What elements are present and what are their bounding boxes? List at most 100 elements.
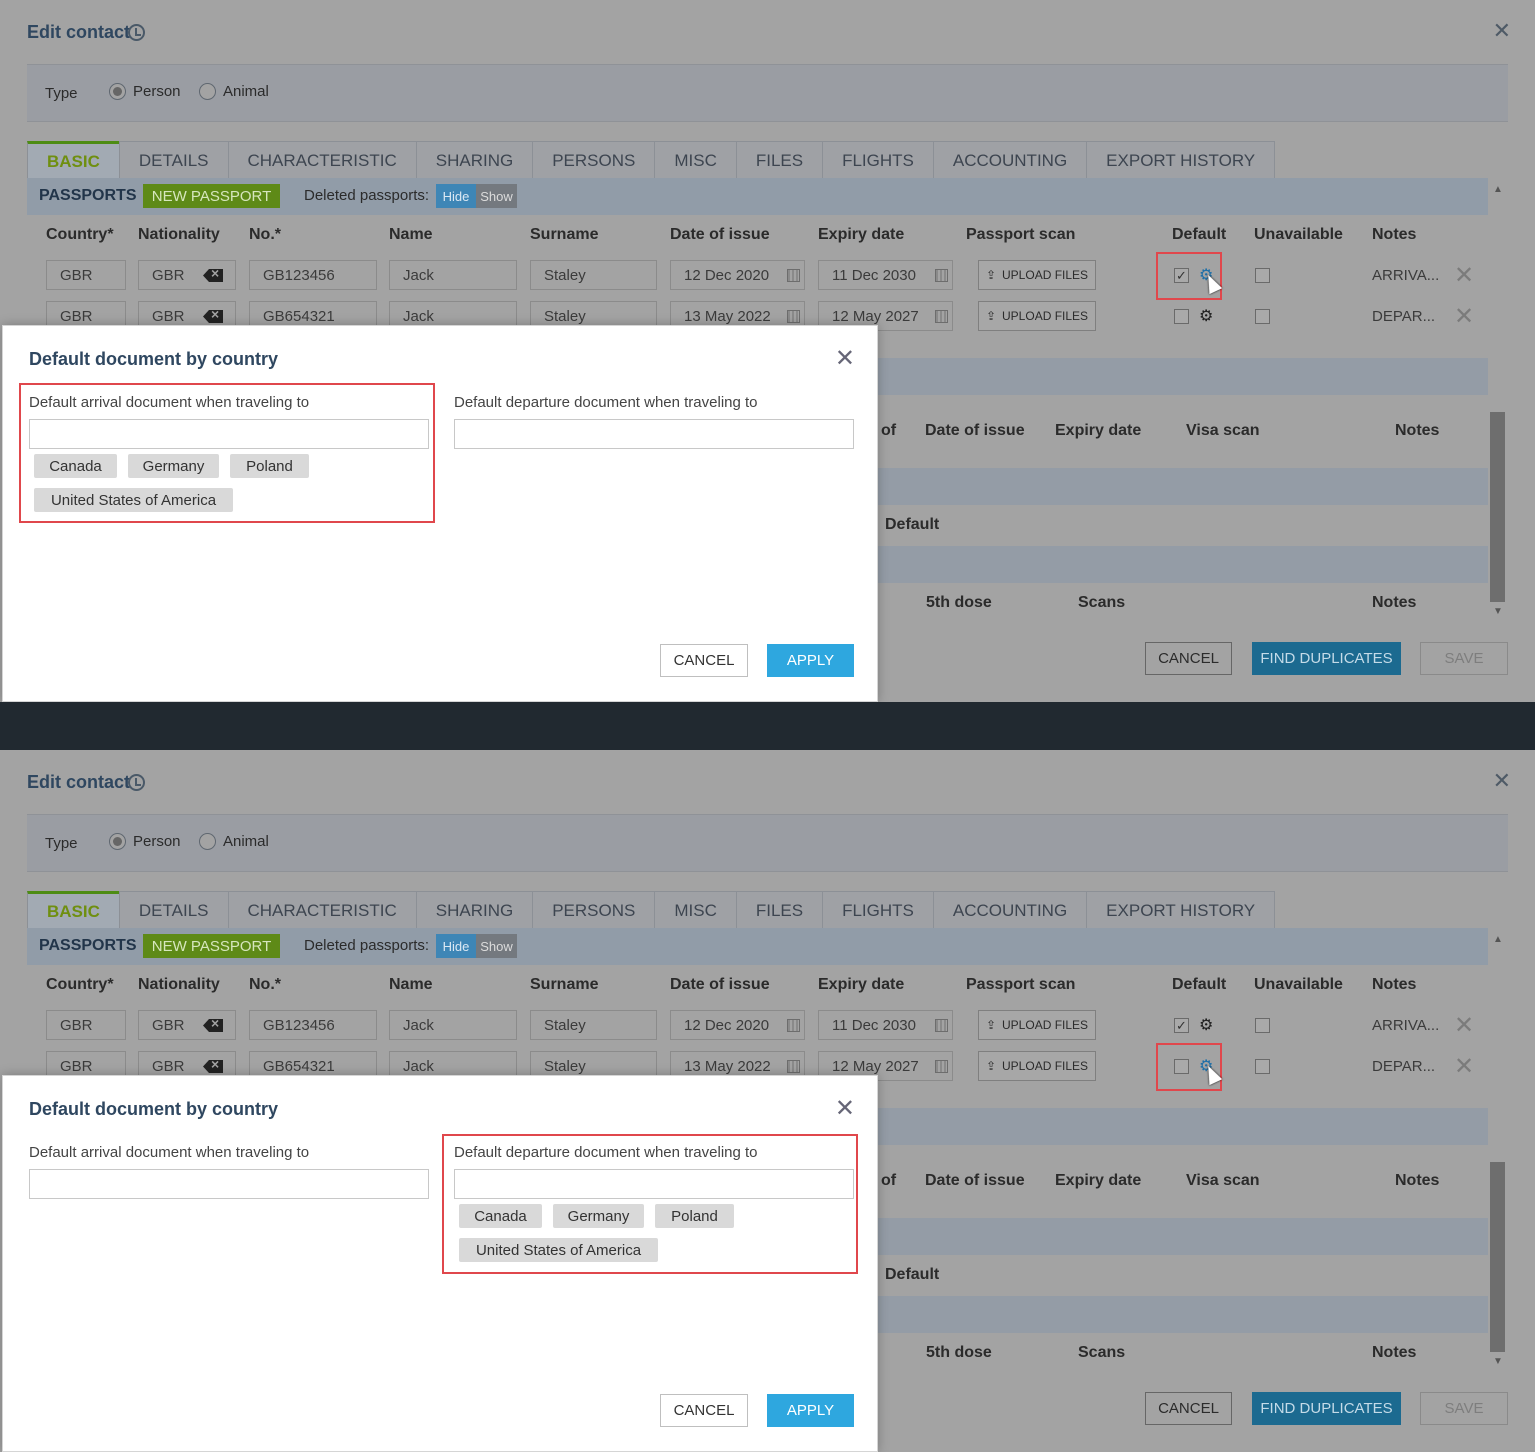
cancel-button[interactable]: CANCEL bbox=[1145, 1392, 1232, 1425]
dialog-apply-button[interactable]: APPLY bbox=[767, 644, 854, 677]
tab-details[interactable]: DETAILS bbox=[118, 891, 229, 929]
departure-input[interactable] bbox=[454, 419, 854, 449]
scroll-down-icon[interactable]: ▼ bbox=[1493, 606, 1503, 617]
hide-deleted-button[interactable]: Hide bbox=[436, 934, 476, 958]
clear-icon[interactable] bbox=[203, 1019, 223, 1032]
delete-row-icon[interactable]: ✕ bbox=[1454, 1011, 1474, 1040]
tab-details[interactable]: DETAILS bbox=[118, 141, 229, 179]
new-passport-button[interactable]: NEW PASSPORT bbox=[143, 934, 280, 958]
clear-icon[interactable] bbox=[203, 269, 223, 282]
tab-flights[interactable]: FLIGHTS bbox=[822, 891, 934, 929]
calendar-icon[interactable] bbox=[935, 310, 948, 323]
visa-col-scan: Visa scan bbox=[1186, 1172, 1260, 1189]
dialog-cancel-button[interactable]: CANCEL bbox=[660, 644, 748, 677]
radio-person[interactable] bbox=[109, 833, 126, 850]
calendar-icon[interactable] bbox=[787, 269, 800, 282]
tab-accounting[interactable]: ACCOUNTING bbox=[932, 891, 1088, 929]
gear-icon[interactable]: ⚙ bbox=[1199, 306, 1213, 326]
new-passport-button[interactable]: NEW PASSPORT bbox=[143, 184, 280, 208]
name-input[interactable]: Jack bbox=[389, 260, 517, 290]
expiry-date-input[interactable]: 11 Dec 2030 bbox=[818, 1010, 953, 1040]
tab-characteristic[interactable]: CHARACTERISTIC bbox=[227, 891, 417, 929]
scroll-up-icon[interactable]: ▲ bbox=[1493, 184, 1503, 195]
tab-files[interactable]: FILES bbox=[735, 141, 824, 179]
radio-animal[interactable] bbox=[199, 83, 216, 100]
unavailable-checkbox[interactable] bbox=[1255, 1059, 1270, 1074]
radio-person[interactable] bbox=[109, 83, 126, 100]
calendar-icon[interactable] bbox=[787, 310, 800, 323]
default-checkbox[interactable] bbox=[1174, 309, 1189, 324]
close-icon[interactable]: ✕ bbox=[1493, 768, 1511, 794]
dialog-close-icon[interactable]: ✕ bbox=[835, 1094, 855, 1123]
tab-flights[interactable]: FLIGHTS bbox=[822, 141, 934, 179]
calendar-icon[interactable] bbox=[935, 1060, 948, 1073]
hide-deleted-button[interactable]: Hide bbox=[436, 184, 476, 208]
surname-input[interactable]: Staley bbox=[530, 260, 657, 290]
show-deleted-button[interactable]: Show bbox=[476, 934, 517, 958]
surname-input[interactable]: Staley bbox=[530, 1010, 657, 1040]
passport-number-input[interactable]: GB123456 bbox=[249, 1010, 377, 1040]
history-icon[interactable] bbox=[128, 24, 145, 41]
tab-persons[interactable]: PERSONS bbox=[532, 141, 656, 179]
name-input[interactable]: Jack bbox=[389, 1010, 517, 1040]
nationality-input[interactable]: GBR bbox=[138, 260, 236, 290]
delete-row-icon[interactable]: ✕ bbox=[1454, 1052, 1474, 1081]
upload-files-button[interactable]: ⇪ UPLOAD FILES bbox=[978, 1010, 1096, 1040]
issue-date-input[interactable]: 12 Dec 2020 bbox=[670, 1010, 805, 1040]
expiry-date-input[interactable]: 11 Dec 2030 bbox=[818, 260, 953, 290]
tab-export-history[interactable]: EXPORT HISTORY bbox=[1086, 141, 1276, 179]
tab-basic[interactable]: BASIC bbox=[27, 891, 120, 929]
tab-misc[interactable]: MISC bbox=[654, 141, 737, 179]
unavailable-checkbox[interactable] bbox=[1255, 309, 1270, 324]
default-checkbox[interactable]: ✓ bbox=[1174, 1018, 1189, 1033]
history-icon[interactable] bbox=[128, 774, 145, 791]
delete-row-icon[interactable]: ✕ bbox=[1454, 302, 1474, 331]
delete-row-icon[interactable]: ✕ bbox=[1454, 261, 1474, 290]
dialog-cancel-button[interactable]: CANCEL bbox=[660, 1394, 748, 1427]
passport-number-input[interactable]: GB123456 bbox=[249, 260, 377, 290]
calendar-icon[interactable] bbox=[787, 1060, 800, 1073]
find-duplicates-button[interactable]: FIND DUPLICATES bbox=[1252, 1392, 1401, 1425]
scrollbar[interactable]: ▲ ▼ bbox=[1488, 928, 1508, 1372]
scroll-thumb[interactable] bbox=[1490, 412, 1505, 602]
tab-sharing[interactable]: SHARING bbox=[415, 141, 534, 179]
arrival-input[interactable] bbox=[29, 1169, 429, 1199]
issue-date-input[interactable]: 12 Dec 2020 bbox=[670, 260, 805, 290]
clear-icon[interactable] bbox=[203, 310, 223, 323]
tab-characteristic[interactable]: CHARACTERISTIC bbox=[227, 141, 417, 179]
tab-persons[interactable]: PERSONS bbox=[532, 891, 656, 929]
calendar-icon[interactable] bbox=[935, 269, 948, 282]
tab-accounting[interactable]: ACCOUNTING bbox=[932, 141, 1088, 179]
radio-animal[interactable] bbox=[199, 833, 216, 850]
scrollbar[interactable]: ▲ ▼ bbox=[1488, 178, 1508, 622]
country-input[interactable]: GBR bbox=[46, 1010, 126, 1040]
close-icon[interactable]: ✕ bbox=[1493, 18, 1511, 44]
calendar-icon[interactable] bbox=[787, 1019, 800, 1032]
show-deleted-button[interactable]: Show bbox=[476, 184, 517, 208]
nationality-input[interactable]: GBR bbox=[138, 1010, 236, 1040]
vacc-notes-header: Notes bbox=[1372, 1344, 1417, 1361]
dialog-close-icon[interactable]: ✕ bbox=[835, 344, 855, 373]
save-button[interactable]: SAVE bbox=[1420, 1392, 1508, 1425]
calendar-icon[interactable] bbox=[935, 1019, 948, 1032]
find-duplicates-button[interactable]: FIND DUPLICATES bbox=[1252, 642, 1401, 675]
scroll-up-icon[interactable]: ▲ bbox=[1493, 934, 1503, 945]
clear-icon[interactable] bbox=[203, 1060, 223, 1073]
gear-icon[interactable]: ⚙ bbox=[1199, 1015, 1213, 1035]
upload-files-button[interactable]: ⇪ UPLOAD FILES bbox=[978, 1051, 1096, 1081]
tab-basic[interactable]: BASIC bbox=[27, 141, 120, 179]
tab-misc[interactable]: MISC bbox=[654, 891, 737, 929]
tab-files[interactable]: FILES bbox=[735, 891, 824, 929]
scroll-thumb[interactable] bbox=[1490, 1162, 1505, 1352]
cancel-button[interactable]: CANCEL bbox=[1145, 642, 1232, 675]
tab-export-history[interactable]: EXPORT HISTORY bbox=[1086, 891, 1276, 929]
country-input[interactable]: GBR bbox=[46, 260, 126, 290]
scroll-down-icon[interactable]: ▼ bbox=[1493, 1356, 1503, 1367]
dialog-apply-button[interactable]: APPLY bbox=[767, 1394, 854, 1427]
unavailable-checkbox[interactable] bbox=[1255, 1018, 1270, 1033]
upload-files-button[interactable]: ⇪ UPLOAD FILES bbox=[978, 301, 1096, 331]
unavailable-checkbox[interactable] bbox=[1255, 268, 1270, 283]
tab-sharing[interactable]: SHARING bbox=[415, 891, 534, 929]
save-button[interactable]: SAVE bbox=[1420, 642, 1508, 675]
upload-files-button[interactable]: ⇪ UPLOAD FILES bbox=[978, 260, 1096, 290]
